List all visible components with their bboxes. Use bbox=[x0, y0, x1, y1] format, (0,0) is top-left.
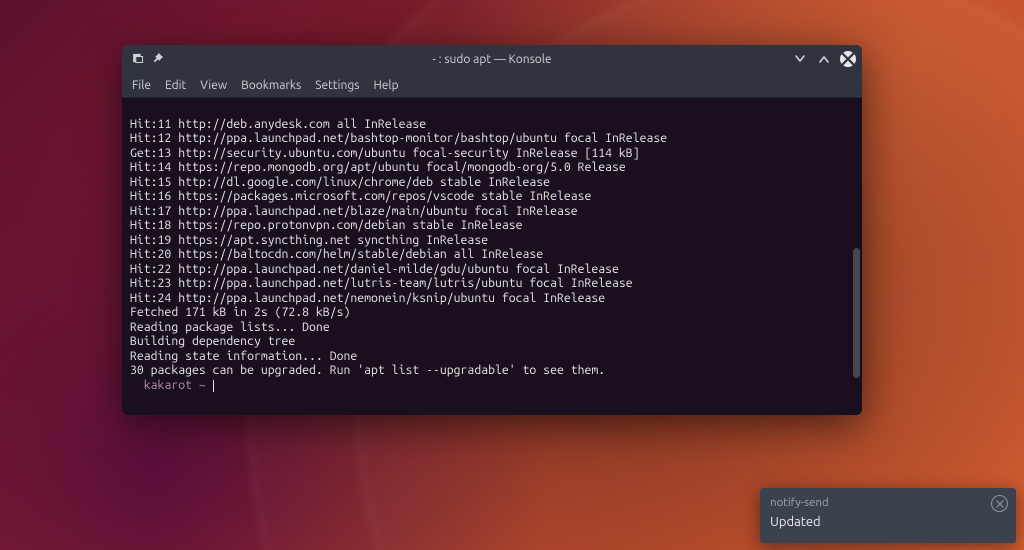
konsole-window: - : sudo apt — Konsole File Edit View Bo… bbox=[122, 45, 862, 415]
text-cursor bbox=[213, 380, 214, 392]
new-tab-icon[interactable] bbox=[132, 52, 144, 67]
window-titlebar[interactable]: - : sudo apt — Konsole bbox=[122, 45, 862, 73]
output-line: Hit:16 https://packages.microsoft.com/re… bbox=[130, 190, 591, 203]
maximize-button[interactable] bbox=[816, 51, 832, 67]
output-line: Fetched 171 kB in 2s (72.8 kB/s) bbox=[130, 306, 350, 319]
window-title: - : sudo apt — Konsole bbox=[122, 53, 862, 66]
menu-help[interactable]: Help bbox=[373, 79, 398, 92]
menu-view[interactable]: View bbox=[200, 79, 227, 92]
pin-icon[interactable] bbox=[152, 52, 164, 67]
output-line: Reading package lists... Done bbox=[130, 321, 330, 334]
notification-body: Updated bbox=[770, 515, 1006, 529]
prompt-user: kakarot bbox=[144, 379, 192, 392]
output-line: Hit:24 http://ppa.launchpad.net/nemonein… bbox=[130, 292, 605, 305]
close-button[interactable] bbox=[840, 51, 856, 67]
terminal-output[interactable]: Hit:11 http://deb.anydesk.com all InRele… bbox=[122, 98, 862, 415]
menu-settings[interactable]: Settings bbox=[315, 79, 359, 92]
output-line: Building dependency tree bbox=[130, 335, 295, 348]
output-line: Hit:22 http://ppa.launchpad.net/daniel-m… bbox=[130, 263, 619, 276]
titlebar-left-icons bbox=[122, 52, 164, 67]
scrollbar-thumb[interactable] bbox=[853, 248, 860, 378]
output-line: Hit:17 http://ppa.launchpad.net/blaze/ma… bbox=[130, 205, 578, 218]
output-line: 30 packages can be upgraded. Run 'apt li… bbox=[130, 364, 605, 377]
output-line: Hit:23 http://ppa.launchpad.net/lutris-t… bbox=[130, 277, 633, 290]
menu-file[interactable]: File bbox=[132, 79, 151, 92]
menu-edit[interactable]: Edit bbox=[165, 79, 186, 92]
output-line: Hit:18 https://repo.protonvpn.com/debian… bbox=[130, 219, 523, 232]
window-buttons bbox=[792, 45, 856, 73]
prompt-sep: ~ bbox=[199, 379, 206, 392]
minimize-button[interactable] bbox=[792, 51, 808, 67]
menu-bar: File Edit View Bookmarks Settings Help bbox=[122, 73, 862, 98]
prompt: kakarot ~ bbox=[130, 379, 213, 392]
notification-close-button[interactable] bbox=[991, 495, 1008, 512]
output-line: Hit:11 http://deb.anydesk.com all InRele… bbox=[130, 118, 426, 131]
notification-title: notify-send bbox=[770, 496, 1006, 509]
menu-bookmarks[interactable]: Bookmarks bbox=[241, 79, 301, 92]
desktop-notification[interactable]: notify-send Updated bbox=[760, 488, 1016, 543]
output-line: Get:13 http://security.ubuntu.com/ubuntu… bbox=[130, 147, 640, 160]
output-line: Hit:19 https://apt.syncthing.net syncthi… bbox=[130, 234, 488, 247]
output-line: Hit:20 https://baltocdn.com/helm/stable/… bbox=[130, 248, 543, 261]
output-line: Hit:15 http://dl.google.com/linux/chrome… bbox=[130, 176, 550, 189]
output-line: Reading state information... Done bbox=[130, 350, 357, 363]
output-line: Hit:12 http://ppa.launchpad.net/bashtop-… bbox=[130, 132, 667, 145]
output-line: Hit:14 https://repo.mongodb.org/apt/ubun… bbox=[130, 161, 626, 174]
